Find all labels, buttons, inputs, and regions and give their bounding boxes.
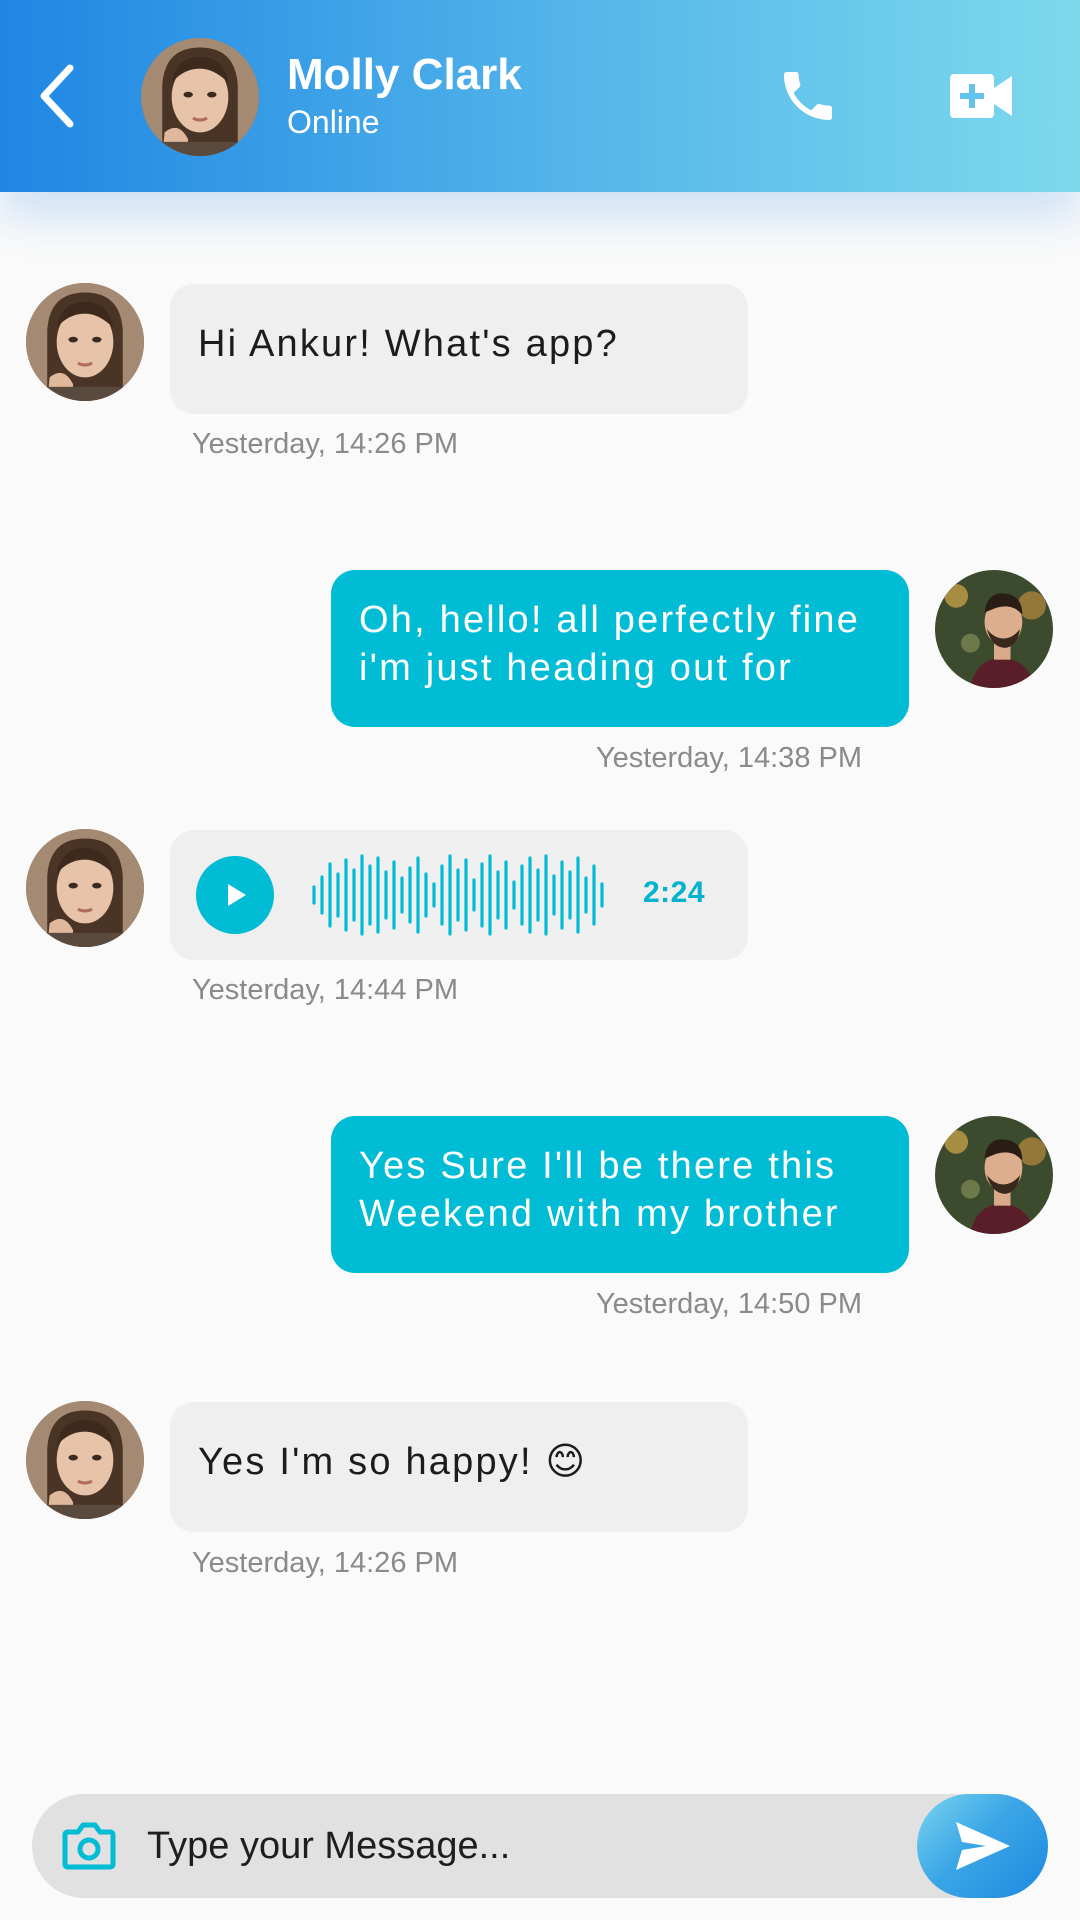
incoming-message-bubble[interactable]: Hi Ankur! What's app? [170,284,748,414]
voice-message-bubble[interactable]: 2:24 [170,830,748,960]
video-call-add-icon [950,74,1012,118]
message-timestamp: Yesterday, 14:38 PM [596,742,862,774]
call-button[interactable] [776,64,840,128]
outgoing-message-bubble[interactable]: Yes Sure I'll be there this Weekend with… [331,1116,909,1273]
play-icon [228,884,246,906]
camera-icon [62,1822,116,1870]
waveform-icon [312,854,604,936]
user-avatar [935,1116,1053,1234]
incoming-message-bubble[interactable]: Yes I'm so happy! 😊 [170,1402,748,1532]
message-text: Oh, hello! all perfectly fine i'm just h… [359,599,861,700]
contact-status: Online [287,104,380,140]
message-text: Yes I'm so happy! 😊 [198,1441,588,1483]
message-timestamp: Yesterday, 14:44 PM [192,974,458,1006]
back-button[interactable] [28,56,88,136]
message-text: Hi Ankur! What's app? [198,323,619,365]
outgoing-message-bubble[interactable]: Oh, hello! all perfectly fine i'm just h… [331,570,909,727]
contact-avatar-message [26,1401,144,1519]
camera-button[interactable] [62,1820,116,1872]
message-text: Yes Sure I'll be there this Weekend with… [359,1145,840,1235]
video-call-button[interactable] [950,70,1014,122]
chat-header: Molly Clark Online [0,0,1080,192]
contact-avatar[interactable] [141,38,259,156]
message-composer [32,1794,1047,1898]
message-input[interactable] [147,1808,927,1884]
send-button[interactable] [917,1794,1048,1898]
contact-avatar-message [26,283,144,401]
message-timestamp: Yesterday, 14:26 PM [192,1547,458,1579]
send-icon [956,1822,1010,1870]
message-timestamp: Yesterday, 14:50 PM [596,1288,862,1320]
chevron-left-icon [40,64,74,128]
user-avatar [935,570,1053,688]
play-button[interactable] [196,856,274,934]
phone-icon [784,72,832,120]
voice-duration: 2:24 [643,876,706,909]
message-timestamp: Yesterday, 14:26 PM [192,428,458,460]
contact-name: Molly Clark [287,50,522,99]
contact-avatar-message [26,829,144,947]
